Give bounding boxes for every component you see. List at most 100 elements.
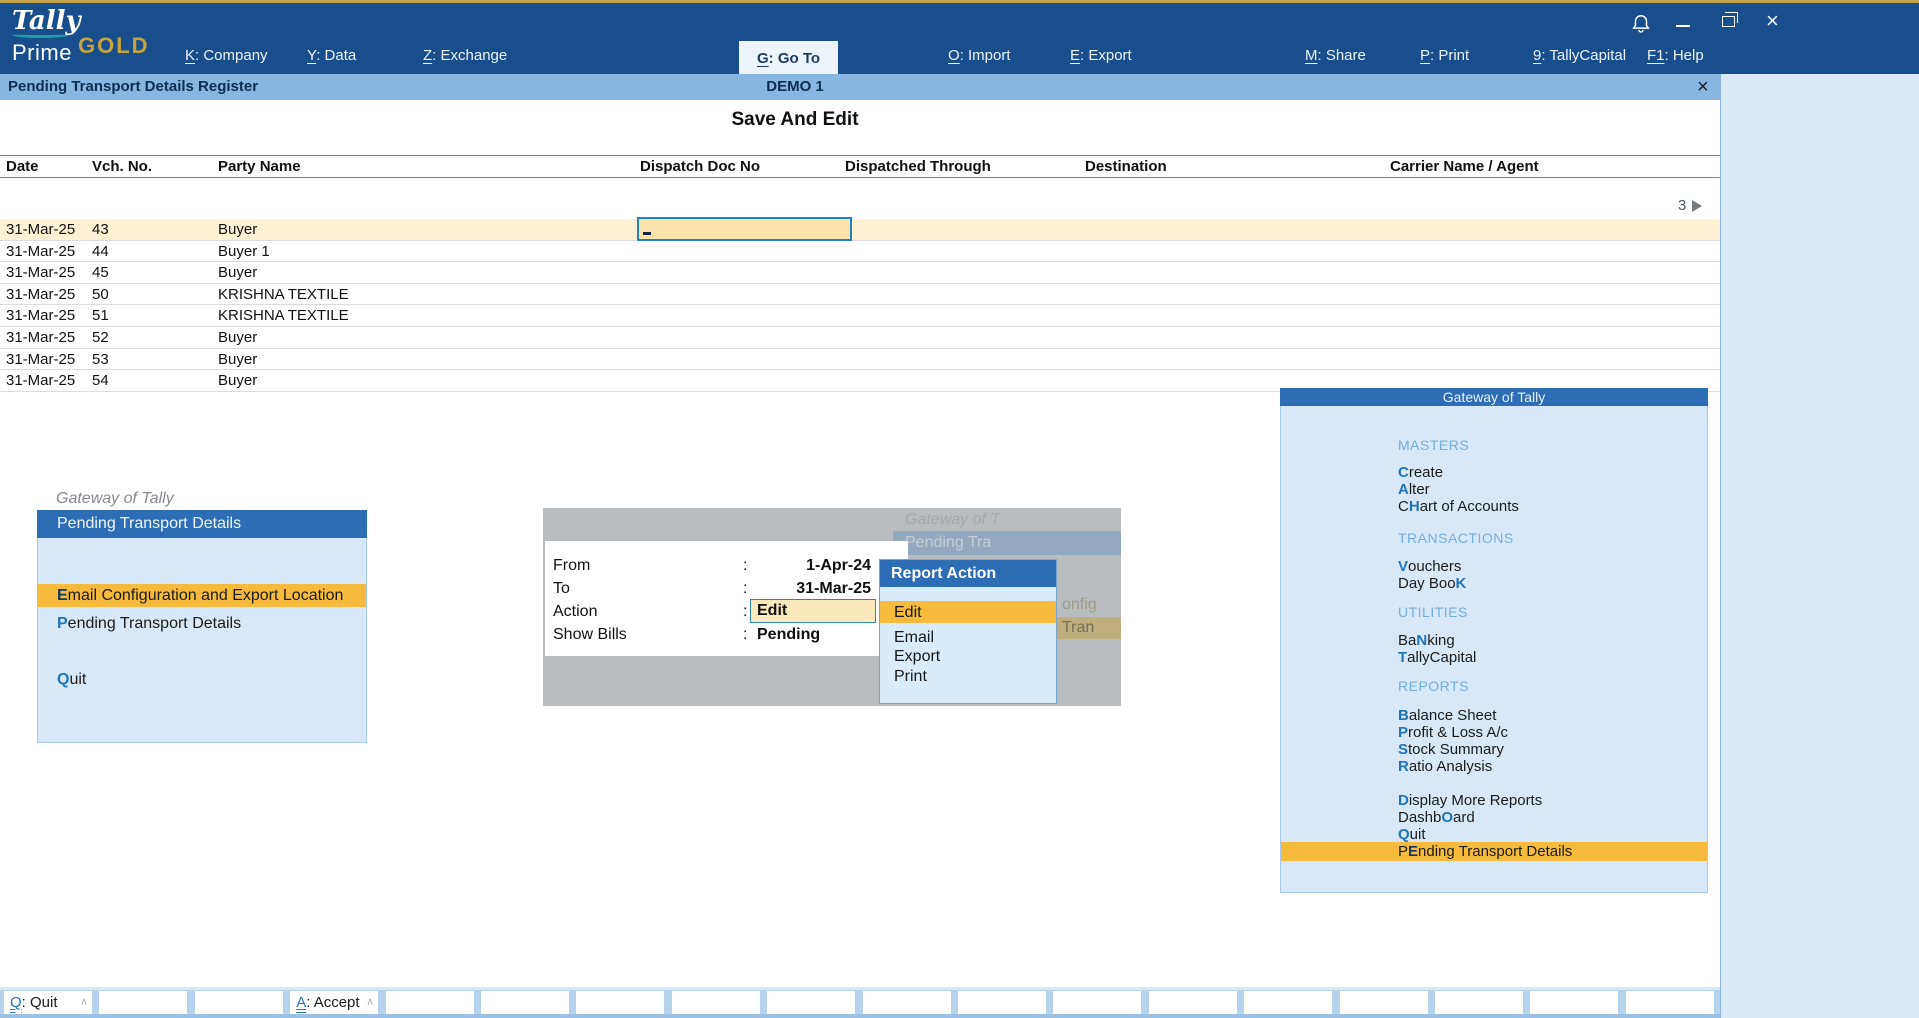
menu-company[interactable]: K: Company [185, 47, 268, 64]
menu-import[interactable]: O: Import [948, 47, 1011, 64]
cell-party-name: KRISHNA TEXTILE [218, 307, 349, 324]
gateway-item-stock-summary[interactable]: Stock Summary [1398, 741, 1504, 758]
gateway-item-balance-sheet[interactable]: Balance Sheet [1398, 707, 1496, 724]
menu-data[interactable]: Y: Data [307, 47, 356, 64]
menu-label: : Company [195, 47, 268, 64]
item-text-pre: Ba [1398, 632, 1416, 649]
window-restore-icon[interactable] [1722, 16, 1735, 27]
window-close-icon[interactable]: × [1766, 9, 1779, 33]
report-action-option-edit[interactable]: Edit [894, 604, 922, 622]
menu-label: : Exchange [432, 47, 507, 64]
item-hotkey-letter: C [1398, 464, 1409, 481]
report-action-option-export[interactable]: Export [894, 648, 940, 666]
item-hotkey-letter: P [57, 615, 68, 632]
table-row[interactable]: 31-Mar-2553Buyer [0, 349, 1720, 371]
gateway-item-dashboard[interactable]: DashbOard [1398, 809, 1475, 826]
ghost-panel-header: Pending Tra [893, 531, 1121, 555]
footer-cell [386, 991, 474, 1014]
gateway-item-create[interactable]: Create [1398, 464, 1443, 481]
footer-bottom-strip [0, 1014, 1720, 1018]
report-heading: Save And Edit [731, 109, 858, 131]
footer-cell [481, 991, 569, 1014]
gateway-item-banking[interactable]: BaNking [1398, 632, 1455, 649]
gateway-item-alter[interactable]: Alter [1398, 481, 1430, 498]
menu-print[interactable]: P: Print [1420, 47, 1469, 64]
menu-export[interactable]: E: Export [1070, 47, 1132, 64]
menu-go-to[interactable]: G: Go To [739, 41, 838, 77]
footer-cell [863, 991, 951, 1014]
menu-help[interactable]: F1: Help [1647, 47, 1704, 64]
item-text-post: art of Accounts [1420, 498, 1519, 515]
report-action-option-email[interactable]: Email [894, 629, 934, 647]
report-action-option-print[interactable]: Print [894, 668, 927, 686]
field-value: Pending [757, 625, 820, 645]
left-panel-item-email-configuration-and-export-location[interactable]: Email Configuration and Export Location [38, 584, 366, 607]
footer-cell [1340, 991, 1428, 1014]
menu-tallycapital[interactable]: 9: TallyCapital [1533, 47, 1626, 64]
item-text-post: reate [1409, 464, 1443, 481]
item-hotkey-letter: R [1398, 758, 1409, 775]
item-hotkey-letter: H [1409, 498, 1420, 515]
notifications-bell-icon[interactable] [1630, 13, 1652, 40]
tallyprime-logo: Tally Prime [12, 7, 81, 66]
column-header-dispatched-through: Dispatched Through [845, 158, 991, 175]
page-indicator: 3 [1678, 197, 1702, 214]
table-row[interactable]: 31-Mar-2551KRISHNA TEXTILE [0, 305, 1720, 327]
table-row[interactable]: 31-Mar-2544Buyer 1 [0, 241, 1720, 263]
left-panel-item-quit[interactable]: Quit [38, 668, 366, 691]
item-text-post: uit [69, 671, 86, 688]
item-hotkey-letter: T [1398, 649, 1407, 666]
table-row[interactable]: 31-Mar-2545Buyer [0, 262, 1720, 284]
table-header-row: DateVch. No.Party NameDispatch Doc NoDis… [0, 155, 1720, 178]
menu-hotkey: P [1420, 47, 1430, 64]
item-text-post: alance Sheet [1409, 707, 1497, 724]
footer-button-quit[interactable]: Q: Quit∧ [4, 991, 92, 1014]
gateway-item-quit[interactable]: Quit [1398, 826, 1426, 843]
dialog-field-to[interactable]: To:31-Mar-25 [545, 579, 908, 599]
dispatch-doc-input[interactable] [637, 217, 852, 241]
menu-share[interactable]: M: Share [1305, 47, 1366, 64]
item-text-post: king [1427, 632, 1455, 649]
window-minimize-icon[interactable] [1676, 25, 1690, 27]
field-label: Show Bills [553, 625, 627, 645]
table-row[interactable]: 31-Mar-2552Buyer [0, 327, 1720, 349]
gateway-item-display-more-reports[interactable]: Display More Reports [1398, 792, 1542, 809]
field-value: 31-Mar-25 [675, 579, 871, 599]
gateway-item-pending-transport-details[interactable]: PEnding Transport Details [1398, 843, 1572, 860]
menu-label: : Print [1430, 47, 1469, 64]
item-text-post: tock Summary [1408, 741, 1504, 758]
report-close-icon[interactable]: × [1697, 74, 1709, 100]
gateway-item-vouchers[interactable]: Vouchers [1398, 558, 1461, 575]
menu-label: : TallyCapital [1541, 47, 1626, 64]
menu-label: : Import [960, 47, 1011, 64]
menu-hotkey: Z [423, 47, 432, 64]
menu-exchange[interactable]: Z: Exchange [423, 47, 507, 64]
footer-cell [195, 991, 283, 1014]
right-gateway-panel: Gateway of Tally MASTERSCreateAlterCHart… [1280, 388, 1708, 893]
gateway-item-ratio-analysis[interactable]: Ratio Analysis [1398, 758, 1492, 775]
item-text-post: ouchers [1408, 558, 1461, 575]
menu-label: : Export [1080, 47, 1132, 64]
gateway-item-chart-of-accounts[interactable]: CHart of Accounts [1398, 498, 1519, 515]
table-row[interactable]: 31-Mar-2543Buyer [0, 219, 1720, 241]
left-panel-item-pending-transport-details[interactable]: Pending Transport Details [38, 612, 366, 635]
field-value-editing[interactable]: Edit [750, 599, 876, 623]
dialog-field-from[interactable]: From:1-Apr-24 [545, 556, 908, 576]
gateway-item-profit-loss-a-c[interactable]: Profit & Loss A/c [1398, 724, 1508, 741]
footer-button-accept[interactable]: A: Accept∧ [290, 991, 378, 1014]
cell-date: 31-Mar-25 [6, 351, 75, 368]
cell-vch-no: 53 [92, 351, 109, 368]
section-heading-transactions: TRANSACTIONS [1398, 530, 1514, 546]
table-row[interactable]: 31-Mar-2550KRISHNA TEXTILE [0, 284, 1720, 306]
gateway-item-day-book[interactable]: Day BooK [1398, 575, 1466, 592]
dialog-field-show-bills[interactable]: Show Bills:Pending [545, 625, 908, 645]
edition-badge: GOLD [78, 33, 150, 59]
section-heading-masters: MASTERS [1398, 437, 1469, 453]
gateway-item-tallycapital[interactable]: TallyCapital [1398, 649, 1476, 666]
dialog-field-action[interactable]: Action:Edit [545, 602, 908, 622]
item-hotkey-letter: Q [1398, 826, 1410, 843]
menu-hotkey: M [1305, 47, 1318, 64]
gateway-caption: Gateway of Tally [56, 490, 174, 508]
footer-cell [958, 991, 1046, 1014]
next-page-triangle-icon[interactable] [1692, 200, 1702, 212]
